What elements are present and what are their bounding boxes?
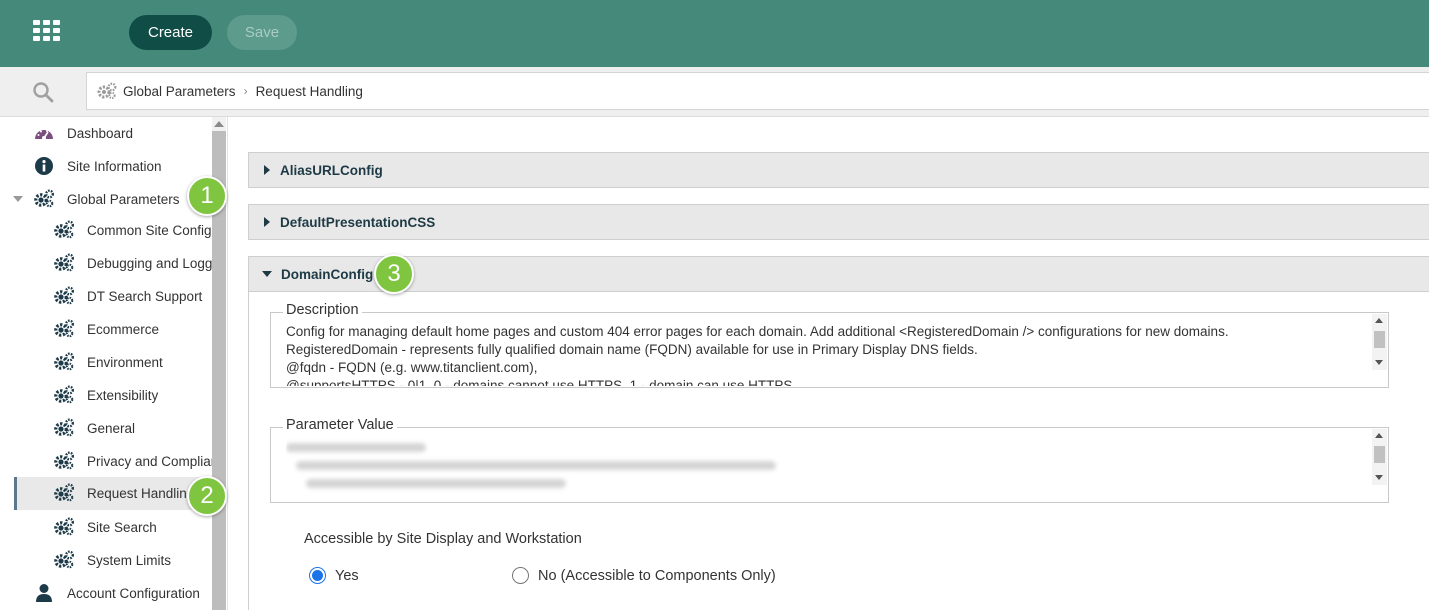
- radio-label: Yes: [335, 567, 359, 584]
- description-line: @supportsHTTPS - 0|1, 0 - domains cannot…: [286, 378, 793, 386]
- main-content: AliasURLConfig DefaultPresentationCSS Do…: [228, 117, 1429, 610]
- sidebar-item-label: DT Search Support: [87, 289, 203, 304]
- search-button[interactable]: [0, 67, 86, 117]
- search-icon: [33, 82, 54, 103]
- panel-domain-config[interactable]: DomainConfig: [248, 256, 1429, 292]
- description-line: RegisteredDomain - represents fully qual…: [286, 342, 978, 357]
- radio-no[interactable]: No (Accessible to Components Only): [512, 567, 776, 584]
- chevron-right-icon: [264, 165, 270, 175]
- sidebar-item-site-information[interactable]: Site Information: [0, 150, 212, 183]
- gears-icon: [53, 285, 75, 307]
- top-toolbar: Create Save: [0, 0, 1429, 67]
- gears-icon: [53, 351, 75, 373]
- panel-title: DefaultPresentationCSS: [280, 214, 436, 230]
- sidebar-item-global-parameters[interactable]: Global Parameters: [0, 183, 212, 216]
- breadcrumb-item-global-parameters[interactable]: Global Parameters: [123, 84, 236, 99]
- info-icon: [33, 155, 55, 177]
- radio-label: No (Accessible to Components Only): [538, 567, 776, 584]
- gears-icon: [33, 188, 55, 210]
- scroll-up-icon[interactable]: [1375, 433, 1383, 438]
- sidebar-item-label: Dashboard: [67, 126, 134, 141]
- parameter-value-legend: Parameter Value: [283, 417, 397, 433]
- scroll-thumb[interactable]: [1374, 446, 1385, 463]
- panel-default-presentation-css[interactable]: DefaultPresentationCSS: [248, 204, 1429, 240]
- parameter-value-textarea[interactable]: [286, 434, 1369, 497]
- panel-alias-url-config[interactable]: AliasURLConfig: [248, 152, 1429, 188]
- sidebar-item-label: Site Information: [67, 159, 162, 174]
- breadcrumb-bar: Global Parameters › Request Handling: [0, 67, 1429, 117]
- parameter-value-scrollbar[interactable]: [1372, 429, 1387, 485]
- gears-icon: [53, 417, 75, 439]
- user-icon: [33, 582, 55, 604]
- apps-grid-icon[interactable]: [33, 20, 61, 42]
- gears-icon: [53, 482, 75, 504]
- gears-icon: [53, 549, 75, 571]
- create-button[interactable]: Create: [129, 15, 212, 50]
- sidebar-item-environment[interactable]: Environment: [0, 346, 212, 379]
- sidebar-item-system-limits[interactable]: System Limits: [0, 544, 212, 577]
- callout-badge: 2: [187, 476, 227, 516]
- scroll-thumb[interactable]: [1374, 331, 1385, 348]
- sidebar-item-label: Environment: [87, 355, 163, 370]
- description-line: Config for managing default home pages a…: [286, 324, 1229, 339]
- gears-icon: [97, 82, 117, 100]
- dashboard-icon: [33, 122, 55, 144]
- description-line: @fqdn - FQDN (e.g. www.titanclient.com),: [286, 360, 538, 375]
- sidebar-item-privacy-and-compliance[interactable]: Privacy and Compliance: [0, 445, 212, 478]
- panel-title: DomainConfig: [281, 266, 374, 282]
- sidebar-item-debugging-and-logging[interactable]: Debugging and Logging: [0, 247, 212, 280]
- radio-selected-icon[interactable]: [309, 567, 326, 584]
- sidebar-item-label: Privacy and Compliance: [87, 454, 212, 469]
- scroll-up-icon[interactable]: [1375, 318, 1383, 323]
- sidebar-item-label: Request Handling: [87, 486, 195, 501]
- sidebar-item-label: Ecommerce: [87, 322, 160, 337]
- panel-title: AliasURLConfig: [280, 162, 383, 178]
- sidebar-item-label: Extensibility: [87, 388, 159, 403]
- sidebar-item-common-site-configuration[interactable]: Common Site Configuration: [0, 214, 212, 247]
- gears-icon: [53, 252, 75, 274]
- radio-yes[interactable]: Yes: [309, 567, 359, 584]
- scroll-down-icon[interactable]: [1375, 360, 1383, 365]
- description-scrollbar[interactable]: [1372, 314, 1387, 370]
- gears-icon: [53, 384, 75, 406]
- save-button[interactable]: Save: [227, 15, 297, 50]
- callout-badge: 3: [374, 254, 414, 294]
- description-field: Description Config for managing default …: [270, 302, 1389, 388]
- radio-unselected-icon[interactable]: [512, 567, 529, 584]
- sidebar-item-label: General: [87, 421, 136, 436]
- sidebar-item-dt-search-support[interactable]: DT Search Support: [0, 280, 212, 313]
- breadcrumb: Global Parameters › Request Handling: [86, 72, 1429, 110]
- chevron-right-icon: [264, 217, 270, 227]
- accessible-label: Accessible by Site Display and Workstati…: [304, 531, 582, 547]
- chevron-right-icon: ›: [243, 84, 248, 98]
- sidebar-item-label: Common Site Configuration: [87, 223, 212, 238]
- sidebar-item-request-handling[interactable]: Request Handling: [14, 477, 212, 510]
- scroll-up-icon[interactable]: [214, 121, 224, 127]
- gears-icon: [53, 219, 75, 241]
- sidebar-item-general[interactable]: General: [0, 412, 212, 445]
- callout-badge: 1: [187, 176, 227, 216]
- sidebar-item-site-search[interactable]: Site Search: [0, 511, 212, 544]
- chevron-down-icon: [262, 271, 272, 277]
- chevron-down-icon[interactable]: [13, 196, 23, 202]
- scroll-down-icon[interactable]: [1375, 475, 1383, 480]
- gears-icon: [53, 318, 75, 340]
- description-textarea[interactable]: Config for managing default home pages a…: [286, 323, 1369, 386]
- sidebar-item-dashboard[interactable]: Dashboard: [0, 117, 212, 150]
- gears-icon: [53, 516, 75, 538]
- sidebar-item-label: Site Search: [87, 520, 157, 535]
- parameter-value-field: Parameter Value: [270, 417, 1389, 503]
- sidebar-item-label: System Limits: [87, 553, 172, 568]
- description-legend: Description: [283, 302, 362, 318]
- sidebar-item-label: Debugging and Logging: [87, 256, 212, 271]
- sidebar-item-label: Account Configuration: [67, 586, 200, 601]
- sidebar-item-ecommerce[interactable]: Ecommerce: [0, 313, 212, 346]
- sidebar-item-label: Global Parameters: [67, 192, 180, 207]
- sidebar-item-account-configuration[interactable]: Account Configuration: [0, 577, 212, 610]
- sidebar-item-extensibility[interactable]: Extensibility: [0, 379, 212, 412]
- gears-icon: [53, 450, 75, 472]
- breadcrumb-item-request-handling: Request Handling: [255, 83, 363, 99]
